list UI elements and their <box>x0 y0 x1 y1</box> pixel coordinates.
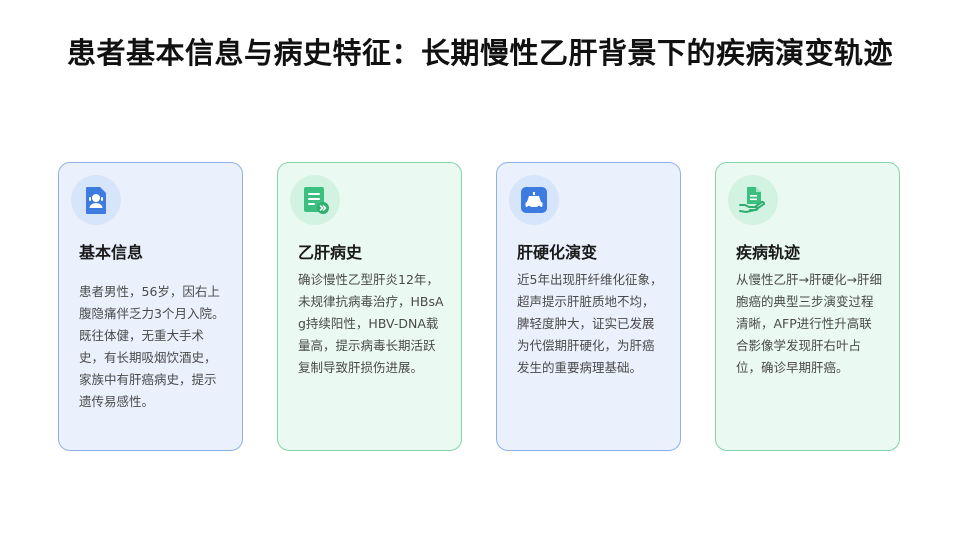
card-body: 确诊慢性乙型肝炎12年，未规律抗病毒治疗，HBsAg持续阳性，HBV-DNA载量… <box>298 272 444 375</box>
card-title: 乙肝病史 <box>298 243 363 262</box>
icon-badge <box>728 175 778 225</box>
card-body: 患者男性，56岁，因右上腹隐痛伴乏力3个月入院。既往体健，无重大手术史，有长期吸… <box>79 284 225 409</box>
icon-badge <box>71 175 121 225</box>
card-cirrhosis-evolution: 肝硬化演变 近5年出现肝纤维化征象，超声提示肝脏质地不均，脾轻度肿大，证实已发展… <box>496 162 681 451</box>
hand-document-icon <box>739 187 766 213</box>
card-title: 肝硬化演变 <box>517 243 598 262</box>
page-title: 患者基本信息与病史特征：长期慢性乙肝背景下的疾病演变轨迹 <box>66 36 893 70</box>
card-body: 近5年出现肝纤维化征象，超声提示肝脏质地不均，脾轻度肿大，证实已发展为代偿期肝硬… <box>517 272 663 375</box>
card-hepatitis-history: 乙肝病史 确诊慢性乙型肝炎12年，未规律抗病毒治疗，HBsAg持续阳性，HBV-… <box>277 162 462 451</box>
icon-badge <box>290 175 340 225</box>
card-title: 疾病轨迹 <box>736 243 801 262</box>
card-disease-trajectory: 疾病轨迹 从慢性乙肝→肝硬化→肝细胞癌的典型三步演变过程清晰，AFP进行性升高联… <box>715 162 900 451</box>
card-body: 从慢性乙肝→肝硬化→肝细胞癌的典型三步演变过程清晰，AFP进行性升高联合影像学发… <box>736 272 882 375</box>
card-basic-info: 基本信息 患者男性，56岁，因右上腹隐痛伴乏力3个月入院。既往体健，无重大手术史… <box>58 162 243 451</box>
medical-record-icon <box>304 187 329 214</box>
card-title: 基本信息 <box>79 243 144 262</box>
ambulance-icon <box>521 187 547 213</box>
patient-id-icon <box>86 187 106 214</box>
icon-badge <box>509 175 559 225</box>
